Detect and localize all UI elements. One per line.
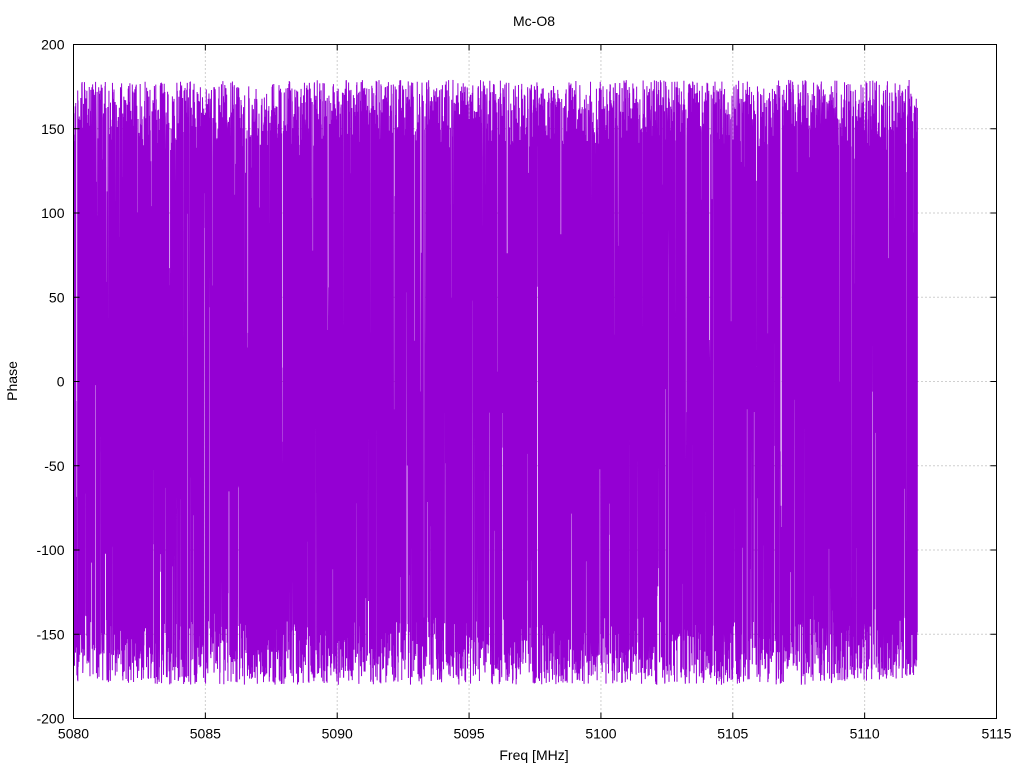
x-tick-label: 5110 [850, 726, 880, 742]
x-tick-label: 5080 [58, 726, 89, 742]
x-tick-label: 5115 [981, 726, 1011, 742]
chart-title: Mc-O8 [513, 13, 555, 29]
y-tick-label: -100 [36, 542, 64, 558]
x-axis-label: Freq [MHz] [499, 747, 568, 763]
y-tick-label: -150 [36, 626, 64, 642]
series-phase [73, 79, 918, 685]
y-tick-label: 100 [41, 205, 65, 221]
y-tick-label: 50 [49, 289, 65, 305]
y-axis-label: Phase [4, 361, 20, 401]
chart-svg: Mc-O8 5080 5085 5090 5095 5100 5105 5110 5115 -2… [4, 13, 1012, 763]
x-tick-label: 5085 [190, 726, 221, 742]
x-tick-label: 5105 [717, 726, 748, 742]
x-tick-label: 5095 [453, 726, 484, 742]
y-tick-label: -50 [44, 458, 64, 474]
y-tick-label: 200 [41, 37, 65, 53]
phase-line [73, 79, 918, 685]
x-tick-label: 5100 [585, 726, 616, 742]
x-tick-label: 5090 [322, 726, 353, 742]
y-tick-label: 0 [57, 374, 65, 390]
chart: Mc-O8 5080 5085 5090 5095 5100 5105 5110 5115 -2… [0, 0, 1024, 768]
y-tick-label: -200 [36, 711, 64, 727]
y-tick-label: 150 [41, 121, 65, 137]
